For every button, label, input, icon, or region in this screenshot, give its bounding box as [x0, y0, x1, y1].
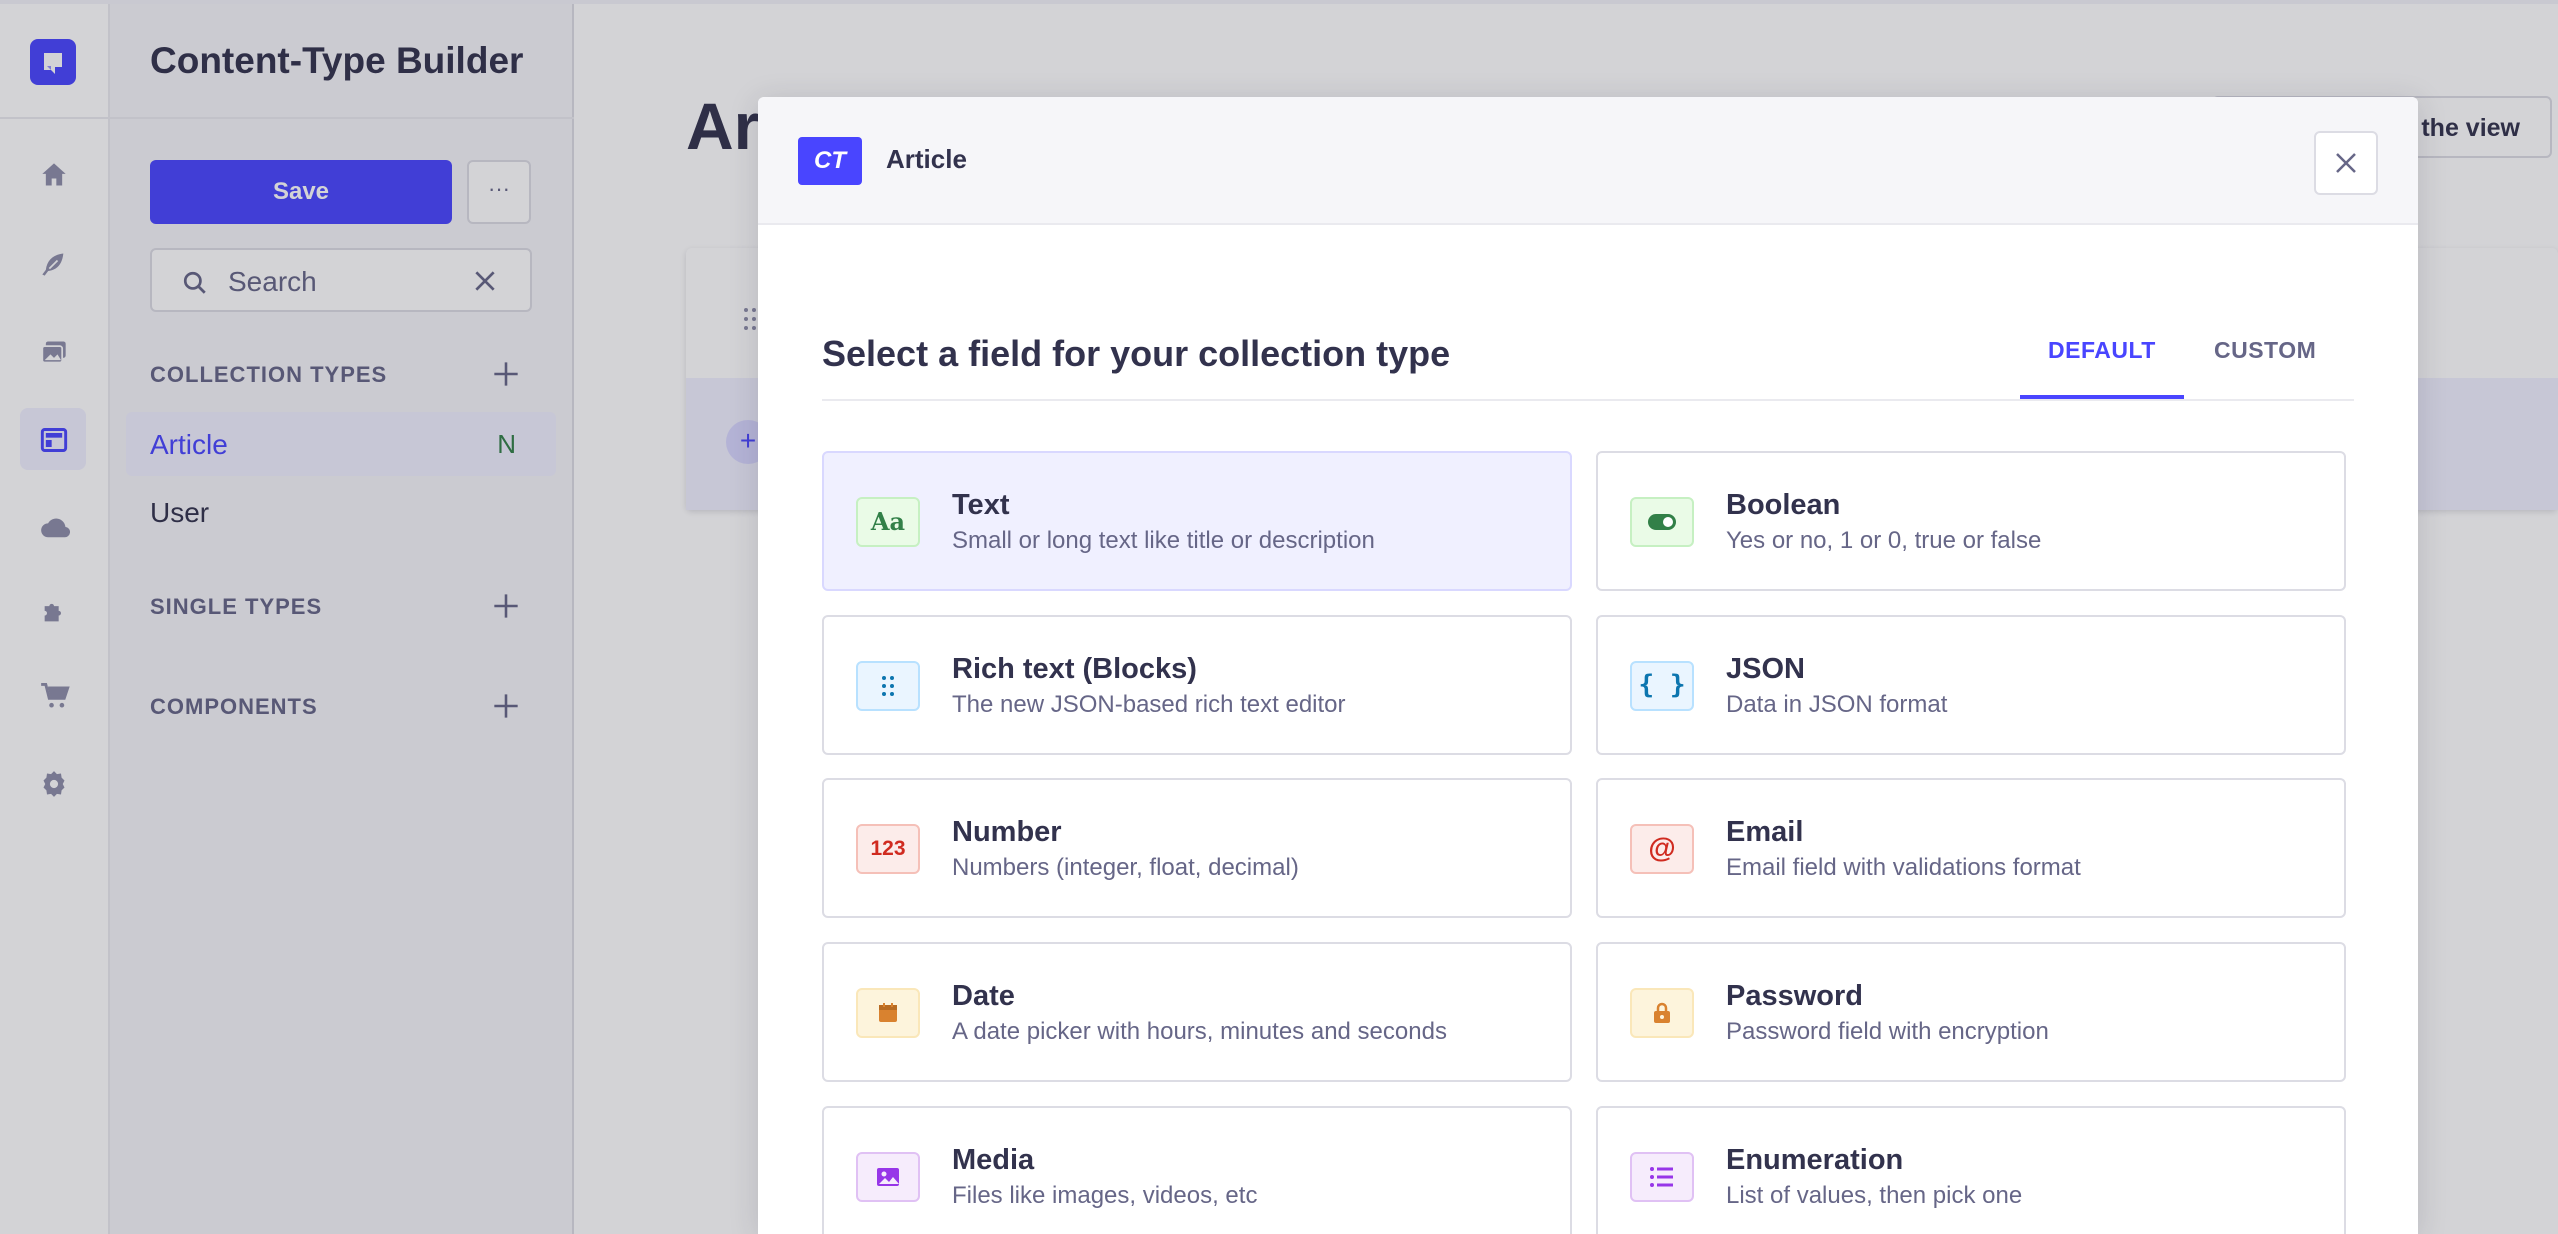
field-description: List of values, then pick one: [1726, 1182, 2023, 1209]
tab-custom[interactable]: CUSTOM: [2214, 337, 2316, 364]
field-option-text[interactable]: Aa Text Small or long text like title or…: [822, 451, 1572, 591]
field-title: Number: [952, 816, 1062, 848]
field-option-number[interactable]: 123 Number Numbers (integer, float, deci…: [822, 778, 1572, 918]
field-description: The new JSON-based rich text editor: [952, 691, 1346, 718]
field-title: Date: [952, 980, 1015, 1012]
active-tab-indicator: [2020, 395, 2184, 399]
field-title: Email: [1726, 816, 1804, 848]
at-icon: @: [1630, 824, 1694, 874]
toggle-icon: [1630, 497, 1694, 547]
field-option-email[interactable]: @ Email Email field with validations for…: [1596, 778, 2346, 918]
number-icon: 123: [856, 824, 920, 874]
modal-header: CT Article: [758, 97, 2418, 225]
field-title: JSON: [1726, 653, 1805, 685]
field-title: Enumeration: [1726, 1144, 1904, 1176]
blocks-icon: [856, 661, 920, 711]
modal-title: Select a field for your collection type: [822, 333, 1451, 374]
field-option-boolean[interactable]: Boolean Yes or no, 1 or 0, true or false: [1596, 451, 2346, 591]
select-field-modal: CT Article Select a field for your colle…: [758, 97, 2418, 1234]
field-description: Files like images, videos, etc: [952, 1182, 1258, 1209]
field-title: Password: [1726, 980, 1863, 1012]
field-title: Text: [952, 489, 1010, 521]
field-title: Rich text (Blocks): [952, 653, 1197, 685]
field-option-json[interactable]: { } JSON Data in JSON format: [1596, 615, 2346, 755]
list-icon: [1630, 1152, 1694, 1202]
tab-default[interactable]: DEFAULT: [2048, 337, 2156, 364]
field-option-media[interactable]: Media Files like images, videos, etc: [822, 1106, 1572, 1234]
field-option-rich-text-blocks[interactable]: Rich text (Blocks) The new JSON-based ri…: [822, 615, 1572, 755]
tabs-divider: [822, 399, 2354, 401]
field-description: Data in JSON format: [1726, 691, 1948, 718]
field-option-date[interactable]: Date A date picker with hours, minutes a…: [822, 942, 1572, 1082]
calendar-icon: [856, 988, 920, 1038]
field-option-password[interactable]: Password Password field with encryption: [1596, 942, 2346, 1082]
lock-icon: [1630, 988, 1694, 1038]
field-title: Media: [952, 1144, 1035, 1176]
content-type-badge: CT: [798, 137, 862, 185]
field-description: Small or long text like title or descrip…: [952, 527, 1375, 554]
field-description: Email field with validations format: [1726, 854, 2081, 881]
modal-breadcrumb: Article: [886, 144, 967, 174]
field-option-enumeration[interactable]: Enumeration List of values, then pick on…: [1596, 1106, 2346, 1234]
field-description: Yes or no, 1 or 0, true or false: [1726, 527, 2042, 554]
image-icon: [856, 1152, 920, 1202]
field-description: Numbers (integer, float, decimal): [952, 854, 1299, 881]
field-title: Boolean: [1726, 489, 1841, 521]
field-description: A date picker with hours, minutes and se…: [952, 1018, 1447, 1045]
close-icon: [2336, 153, 2356, 173]
text-icon: Aa: [856, 497, 920, 547]
close-modal-button[interactable]: [2314, 131, 2378, 195]
window-top-border: [0, 0, 2558, 4]
field-description: Password field with encryption: [1726, 1018, 2049, 1045]
json-icon: { }: [1630, 661, 1694, 711]
